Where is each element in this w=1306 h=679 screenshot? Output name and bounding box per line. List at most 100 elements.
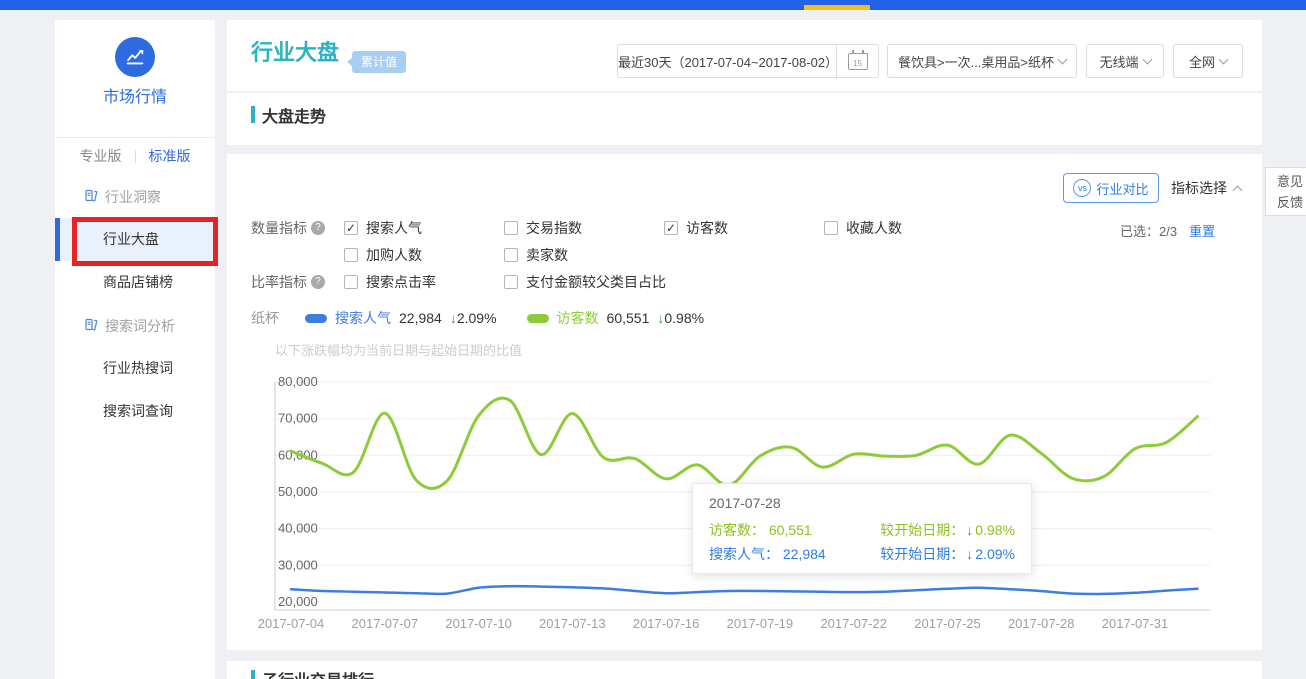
- metric-checkbox[interactable]: 卖家数: [504, 246, 568, 264]
- metric-checkbox[interactable]: 交易指数: [504, 219, 582, 237]
- metric-checkbox[interactable]: 搜索点击率: [344, 273, 436, 291]
- chart-tooltip: 2017-07-28 访客数： 60,551较开始日期：↓0.98%搜索人气： …: [692, 483, 1032, 574]
- metric-checkbox[interactable]: 支付金额较父类目占比: [504, 273, 666, 291]
- quantity-metric-label: 数量指标 ?: [251, 219, 325, 237]
- checkbox-unchecked[interactable]: [504, 248, 518, 262]
- cumulative-badge: 累计值: [352, 51, 406, 73]
- selected-count-row: 已选：2/3 重置: [1120, 221, 1215, 240]
- tooltip-row: 搜索人气： 22,984 较开始日期：↓2.09%: [709, 542, 1015, 566]
- legend-change: ↓2.09%: [450, 310, 497, 326]
- terminal-select-value: 无线端: [1099, 52, 1138, 71]
- checkbox-unchecked[interactable]: [344, 275, 358, 289]
- page-header: 行业大盘 累计值 最近30天（2017-07-04~2017-08-02） 15…: [227, 20, 1262, 91]
- legend-category: 纸杯: [251, 308, 279, 328]
- metric-label: 卖家数: [526, 245, 568, 265]
- checkbox-checked[interactable]: ✓: [344, 221, 358, 235]
- ledger-icon: [85, 318, 98, 334]
- legend-value: 60,551: [607, 310, 650, 326]
- metric-select-toggle[interactable]: 指标选择: [1171, 178, 1241, 198]
- section-header: 大盘走势: [227, 93, 1262, 145]
- svg-text:2017-07-19: 2017-07-19: [727, 616, 794, 631]
- chart-tooltip-rows: 访客数： 60,551 较开始日期：↓0.98% 搜索人气： 22,984 较开始日期…: [709, 518, 1015, 566]
- checkbox-unchecked[interactable]: [504, 275, 518, 289]
- metric-label: 支付金额较父类目占比: [526, 272, 666, 292]
- svg-text:2017-07-25: 2017-07-25: [914, 616, 981, 631]
- section-accent-bar: [251, 106, 255, 123]
- legend-value: 22,984: [399, 310, 442, 326]
- tooltip-metric: 访客数： 60,551: [709, 518, 812, 542]
- sidebar-item[interactable]: 搜索词查询: [55, 390, 215, 433]
- svg-text:80,000: 80,000: [278, 374, 318, 389]
- page: 市场行情 专业版标准版 行业洞察行业大盘商品店铺榜搜索词分析行业热搜词搜索词查询…: [0, 0, 1306, 679]
- metric-label: 搜索人气: [366, 218, 422, 238]
- category-select[interactable]: 餐饮具>一次...桌用品>纸杯: [887, 44, 1077, 78]
- next-section-header: 子行业交易排行: [227, 661, 1262, 679]
- tooltip-change: 较开始日期：↓0.98%: [880, 518, 1015, 542]
- metric-label: 交易指数: [526, 218, 582, 238]
- chevron-down-icon: [1058, 54, 1068, 64]
- checkbox-checked[interactable]: ✓: [664, 221, 678, 235]
- date-range-picker[interactable]: 最近30天（2017-07-04~2017-08-02） 15: [617, 44, 879, 78]
- legend-change-value: 0.98%: [664, 310, 704, 326]
- sidebar-item[interactable]: 行业热搜词: [55, 347, 215, 390]
- tooltip-date: 2017-07-28: [709, 495, 1015, 511]
- down-arrow-icon: ↓: [450, 310, 457, 326]
- terminal-select[interactable]: 无线端: [1086, 44, 1164, 78]
- help-icon[interactable]: ?: [311, 275, 325, 289]
- tooltip-change-value: 2.09%: [975, 546, 1015, 562]
- edition-tab[interactable]: 标准版: [149, 146, 191, 166]
- top-nav-bar: [0, 0, 1306, 10]
- calendar-button[interactable]: 15: [836, 45, 878, 77]
- trend-panel: vs 行业对比 指标选择 数量指标 ? 比率指标 ? 已选：2/3 重置 纸杯 …: [227, 154, 1262, 650]
- sidebar-group-text: 搜索词分析: [105, 316, 175, 336]
- svg-text:40,000: 40,000: [278, 521, 318, 536]
- next-section-title: 子行业交易排行: [262, 667, 374, 679]
- sidebar-item[interactable]: 商品店铺榜: [55, 261, 215, 304]
- checkbox-unchecked[interactable]: [504, 221, 518, 235]
- feedback-button[interactable]: 意见反馈: [1265, 167, 1306, 216]
- chart-note: 以下涨跌幅均为当前日期与起始日期的比值: [275, 340, 522, 359]
- sidebar-group-label: 搜索词分析: [55, 304, 215, 347]
- metric-label: 加购人数: [366, 245, 422, 265]
- chevron-down-icon: [1142, 54, 1152, 64]
- vs-icon: vs: [1073, 179, 1091, 197]
- industry-compare-button[interactable]: vs 行业对比: [1063, 173, 1159, 203]
- scope-select[interactable]: 全网: [1173, 44, 1243, 78]
- metric-label: 收藏人数: [846, 218, 902, 238]
- section-title: 大盘走势: [262, 103, 326, 127]
- svg-text:2017-07-28: 2017-07-28: [1008, 616, 1074, 631]
- svg-text:2017-07-31: 2017-07-31: [1102, 616, 1169, 631]
- metric-checkbox[interactable]: 收藏人数: [824, 219, 902, 237]
- legend-item[interactable]: 搜索人气 22,984 ↓2.09%: [305, 308, 497, 328]
- help-icon[interactable]: ?: [311, 221, 325, 235]
- sidebar-menu: 行业洞察行业大盘商品店铺榜搜索词分析行业热搜词搜索词查询: [55, 175, 215, 433]
- svg-text:30,000: 30,000: [278, 557, 318, 572]
- top-nav-active-indicator: [804, 5, 870, 10]
- tooltip-change-value: 0.98%: [975, 522, 1015, 538]
- tooltip-metric: 搜索人气： 22,984: [709, 542, 826, 566]
- legend-marker: [527, 314, 549, 323]
- sidebar-item[interactable]: 行业大盘: [55, 218, 215, 261]
- chart-legend: 纸杯 搜索人气 22,984 ↓2.09% 访客数60,551↓0.98%: [251, 308, 734, 328]
- checkbox-unchecked[interactable]: [824, 221, 838, 235]
- sidebar-group-text: 行业洞察: [105, 187, 161, 207]
- metric-checkbox[interactable]: 加购人数: [344, 246, 422, 264]
- metric-checkbox[interactable]: ✓ 搜索人气: [344, 219, 422, 237]
- down-arrow-icon: ↓: [966, 522, 973, 538]
- tooltip-change: 较开始日期：↓2.09%: [880, 542, 1015, 566]
- metric-checkbox[interactable]: ✓ 访客数: [664, 219, 728, 237]
- legend-item[interactable]: 访客数60,551↓0.98%: [527, 308, 705, 328]
- category-select-value: 餐饮具>一次...桌用品>纸杯: [898, 52, 1054, 71]
- legend-label: 搜索人气: [335, 308, 391, 328]
- calendar-icon: 15: [848, 53, 868, 70]
- reset-link[interactable]: 重置: [1189, 221, 1215, 240]
- checkbox-unchecked[interactable]: [344, 248, 358, 262]
- sidebar-divider: [55, 137, 215, 138]
- metric-label: 访客数: [686, 218, 728, 238]
- sidebar-brand-title: 市场行情: [55, 83, 215, 107]
- metric-label: 搜索点击率: [366, 272, 436, 292]
- svg-text:50,000: 50,000: [278, 484, 318, 499]
- edition-tab[interactable]: 专业版: [80, 146, 122, 166]
- page-title: 行业大盘: [251, 35, 339, 67]
- date-range-text: 最近30天（2017-07-04~2017-08-02）: [618, 52, 836, 71]
